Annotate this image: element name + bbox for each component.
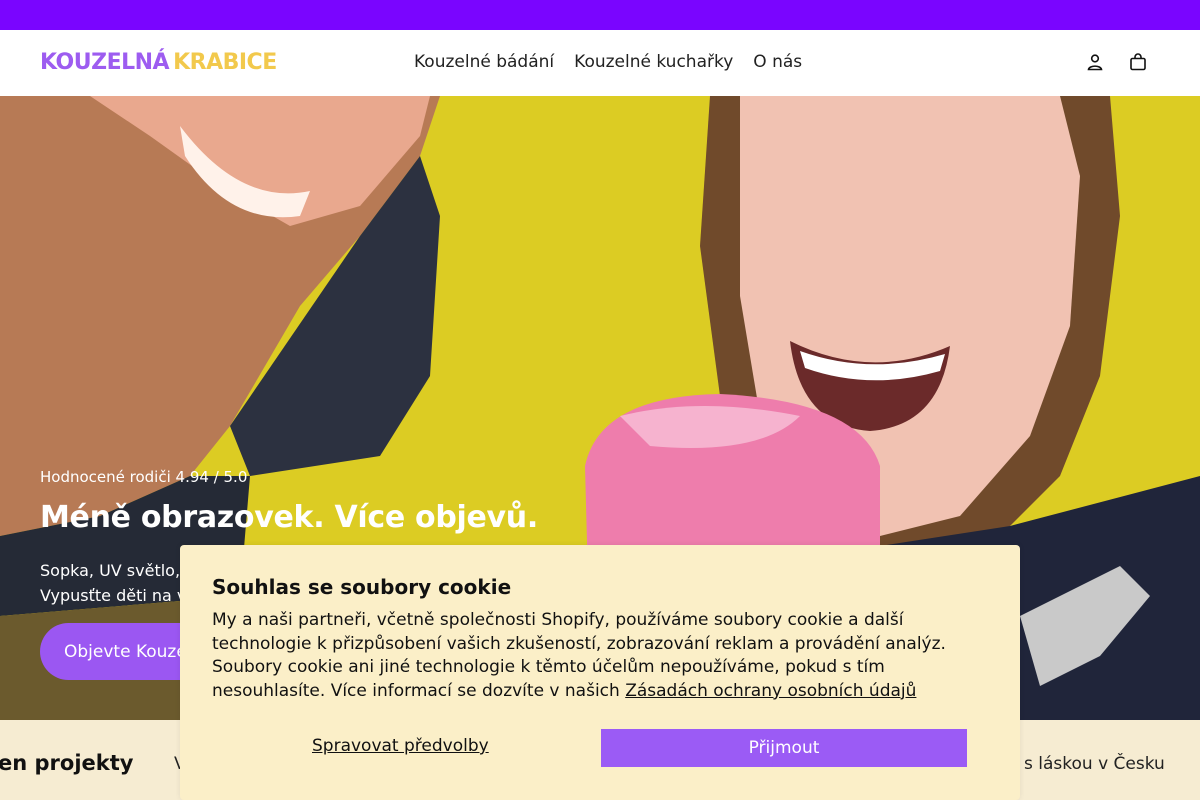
accept-cookies-button[interactable]: Přijmout [601, 729, 967, 767]
nav-item-o-nas[interactable]: O nás [753, 52, 802, 72]
account-icon[interactable] [1083, 50, 1107, 74]
strip-item-made-in: s láskou v Česku [1024, 754, 1165, 774]
cookie-body: My a naši partneři, včetně společnosti S… [212, 609, 1002, 703]
main-nav: Kouzelné bádání Kouzelné kuchařky O nás [414, 52, 802, 72]
manage-preferences-button[interactable]: Spravovat předvolby [312, 736, 489, 756]
hero-text-line-2: Vypusťte děti na ve [40, 586, 190, 605]
logo-word-1: KOUZELNÁ [40, 50, 170, 75]
privacy-policy-link[interactable]: Zásadách ochrany osobních údajů [625, 681, 916, 701]
hero-rating: Hodnocené rodiči 4.94 / 5.0 [40, 468, 248, 486]
strip-item-projects: en projekty [0, 751, 134, 775]
site-header: KOUZELNÁ KRABICE Kouzelné bádání Kouzelné… [0, 30, 1200, 96]
announcement-bar [0, 0, 1200, 30]
hero-text-line-1: Sopka, UV světlo, [40, 561, 181, 580]
cookie-consent-dialog: Souhlas se soubory cookie My a naši part… [180, 545, 1020, 800]
logo-word-2: KRABICE [173, 50, 277, 75]
logo[interactable]: KOUZELNÁ KRABICE [40, 50, 277, 75]
hero-title: Méně obrazovek. Více objevů. [40, 500, 538, 535]
cookie-title: Souhlas se soubory cookie [212, 575, 512, 599]
cart-icon[interactable] [1126, 50, 1150, 74]
nav-item-kucharky[interactable]: Kouzelné kuchařky [574, 52, 733, 72]
nav-item-badani[interactable]: Kouzelné bádání [414, 52, 554, 72]
hero-text: Sopka, UV světlo, Vypusťte děti na ve [40, 558, 190, 608]
